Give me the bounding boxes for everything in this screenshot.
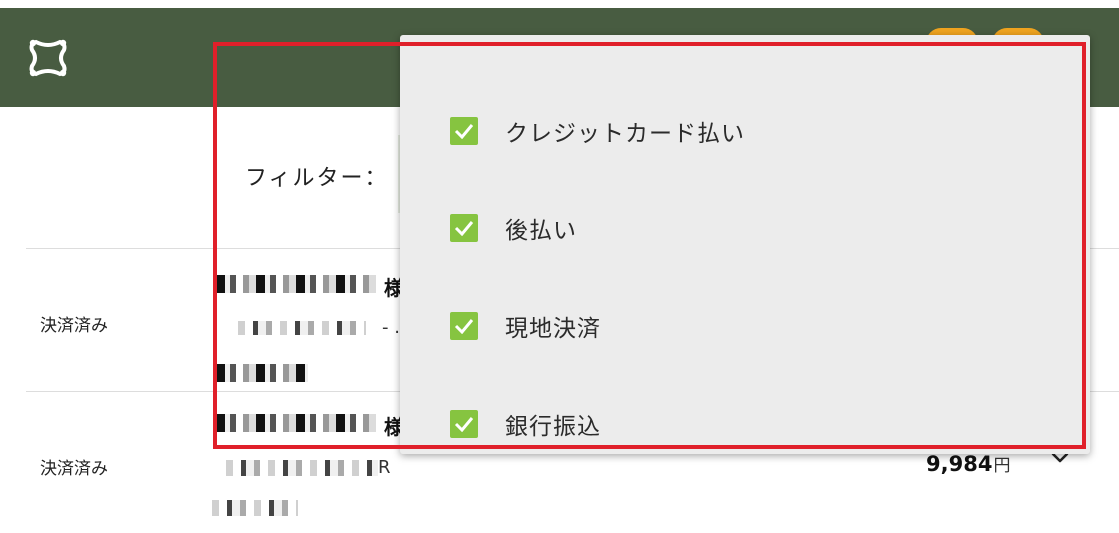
option-bank-transfer[interactable]: 銀行振込 xyxy=(450,408,601,440)
payment-status: 決済済み xyxy=(40,459,108,479)
payment-status: 決済済み xyxy=(40,316,108,336)
customer-name-redacted xyxy=(216,275,376,293)
option-label: 銀行振込 xyxy=(505,414,601,440)
logo-icon[interactable] xyxy=(26,36,70,80)
option-deferred-payment[interactable]: 後払い xyxy=(450,212,577,244)
amount-value: 9,984 xyxy=(926,452,993,476)
payment-method-dropdown: クレジットカード払い 後払い 現地決済 銀行振込 xyxy=(400,35,1090,454)
option-credit-card[interactable]: クレジットカード払い xyxy=(450,115,745,147)
currency-unit: 円 xyxy=(993,456,1011,476)
booking-detail-suffix: R xyxy=(378,457,391,478)
checkbox-checked-icon[interactable] xyxy=(450,312,478,340)
booking-detail-suffix: - . xyxy=(382,317,400,338)
booking-detail-redacted xyxy=(238,321,366,335)
filter-label: フィルター： xyxy=(245,166,389,191)
booking-code-redacted xyxy=(216,364,308,382)
option-label: 後払い xyxy=(505,218,577,244)
option-label: 現地決済 xyxy=(505,316,601,342)
checkbox-checked-icon[interactable] xyxy=(450,410,478,438)
booking-detail-redacted xyxy=(226,460,378,476)
booking-code-redacted xyxy=(212,500,298,516)
checkbox-checked-icon[interactable] xyxy=(450,117,478,145)
payment-amount: 9,984円 xyxy=(926,451,1010,476)
customer-name-redacted xyxy=(216,414,376,432)
option-onsite-payment[interactable]: 現地決済 xyxy=(450,310,601,342)
option-label: クレジットカード払い xyxy=(505,121,745,147)
checkbox-checked-icon[interactable] xyxy=(450,214,478,242)
